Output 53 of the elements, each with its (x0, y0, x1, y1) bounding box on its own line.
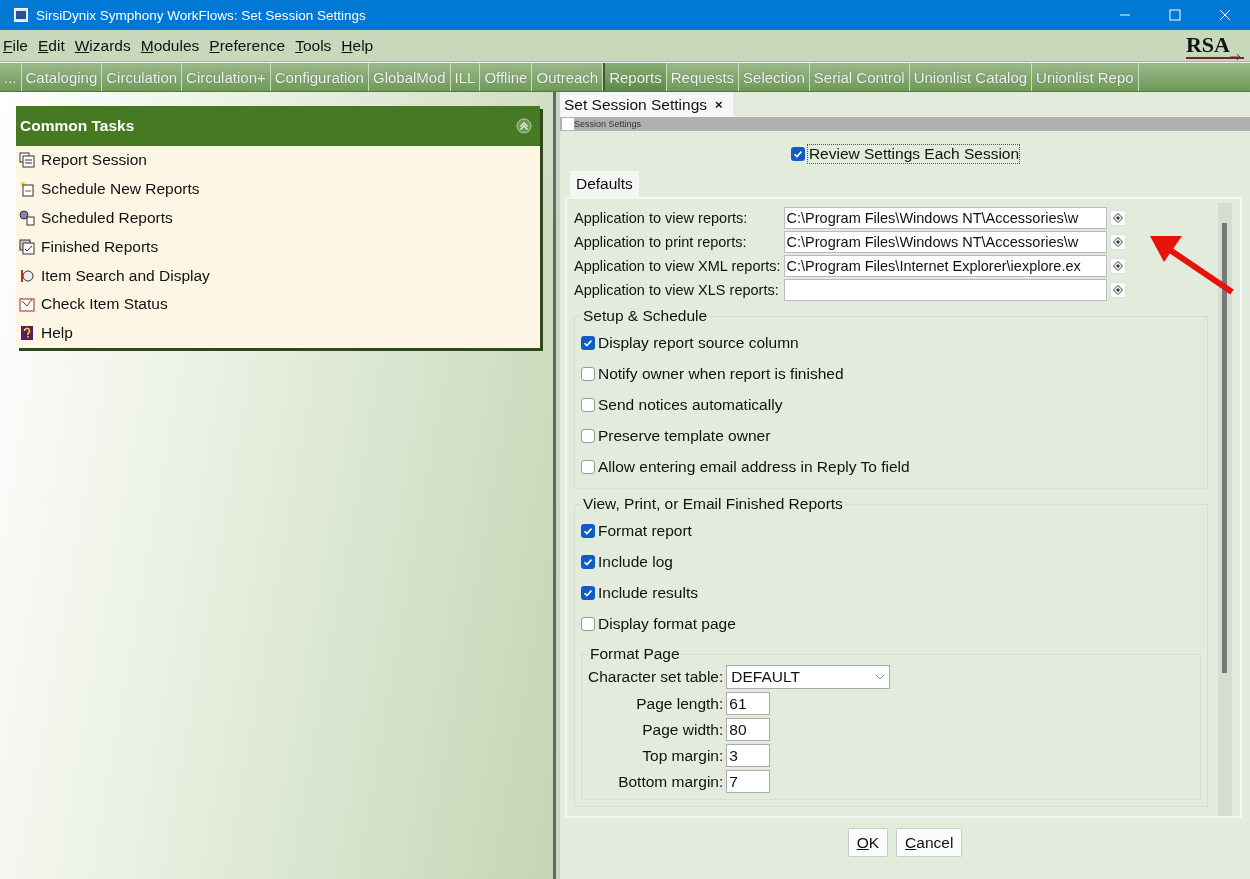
number-field[interactable]: 3 (726, 744, 771, 767)
field-label: Page length: (635, 694, 724, 713)
checkbox-label[interactable]: Display format page (598, 614, 736, 633)
group-title: View, Print, or Email Finished Reports (582, 495, 844, 513)
defaults-tab[interactable]: Defaults (570, 171, 639, 197)
number-field[interactable]: 7 (726, 770, 771, 793)
field-label: Application to view XLS reports: (574, 282, 780, 298)
checkbox-label[interactable]: Display report source column (598, 333, 799, 352)
checkbox-label[interactable]: Include results (598, 583, 698, 602)
task-link[interactable]: Scheduled Reports (16, 203, 540, 233)
menu-item[interactable]: Edit (33, 36, 70, 55)
checkbox-label[interactable]: Include log (598, 552, 673, 571)
field-label: Application to print reports: (574, 234, 748, 250)
field-label: Page width: (641, 720, 724, 739)
number-field[interactable]: 80 (726, 718, 771, 741)
checkbox-label[interactable]: Review Settings Each Session (807, 145, 1020, 163)
field-label: Application to view reports: (574, 210, 749, 226)
logo: RSA (1186, 32, 1244, 59)
checkbox-label[interactable]: Send notices automatically (598, 395, 783, 414)
menu-item[interactable]: Wizards (69, 36, 136, 55)
tab-close-button[interactable]: × (715, 97, 723, 112)
checkbox-label[interactable]: Preserve template owner (598, 426, 771, 445)
field-label: Character set table: (588, 668, 724, 686)
task-link[interactable]: Check Item Status (16, 290, 540, 319)
menu-item[interactable]: Modules (135, 36, 205, 55)
field-label: Application to view XML reports: (574, 258, 781, 274)
field-label: Bottom margin: (617, 772, 724, 791)
field-label: Top margin: (641, 746, 724, 765)
dialog-button[interactable]: OK (847, 828, 889, 857)
menu-item[interactable]: File (0, 36, 33, 55)
task-link[interactable]: Item Search and Display (16, 261, 540, 290)
document-tab[interactable]: Set Session Settings × (560, 92, 733, 117)
task-link[interactable]: Schedule New Reports (16, 174, 540, 204)
panel-title: Common Tasks (20, 117, 135, 135)
path-field[interactable]: C:\Program Files\Windows NT\Accessories\w (783, 207, 1107, 229)
dialog-button[interactable]: Cancel (896, 828, 963, 857)
group-title: Format Page (589, 645, 681, 663)
task-link[interactable]: Finished Reports (16, 232, 540, 262)
number-field[interactable]: 61 (726, 692, 771, 715)
checkbox-label[interactable]: Allow entering email address in Reply To field (598, 457, 910, 476)
task-link[interactable]: Report Session (16, 146, 540, 175)
checkbox-label[interactable]: Notify owner when report is finished (598, 364, 844, 383)
charset-dropdown[interactable]: DEFAULT (726, 665, 891, 689)
breadcrumb: Session Settings (574, 119, 642, 129)
path-field[interactable]: C:\Program Files\Internet Explorer\iexplore.ex (783, 255, 1107, 277)
window-title: SirsiDynix Symphony WorkFlows: Set Session Settings (36, 7, 367, 23)
menu-item[interactable]: Tools (290, 36, 337, 55)
task-link[interactable]: Help (16, 318, 540, 348)
checkbox-label[interactable]: Format report (598, 521, 692, 540)
group-title: Setup & Schedule (582, 307, 709, 325)
path-field[interactable]: C:\Program Files\Windows NT\Accessories\w (783, 231, 1107, 253)
menu-item[interactable]: Help (336, 36, 379, 55)
menu-item[interactable]: Preference (204, 36, 291, 55)
